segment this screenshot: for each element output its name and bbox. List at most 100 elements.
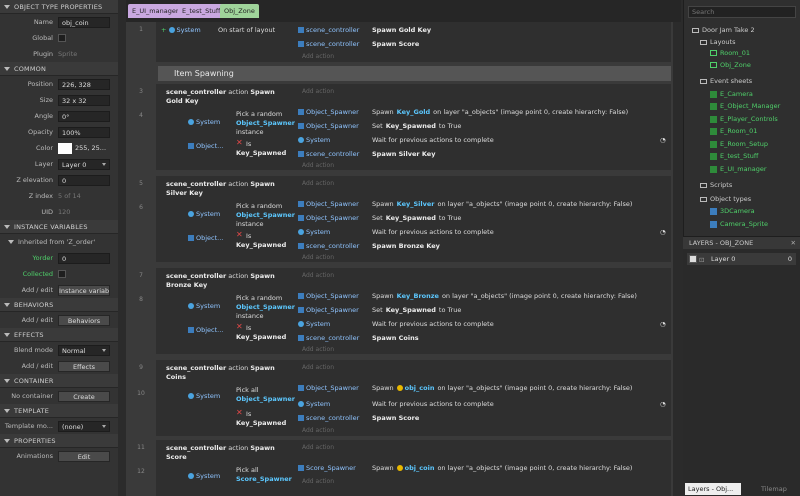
- action[interactable]: Object_Spawner: [298, 292, 359, 300]
- add-action-link[interactable]: Add action: [302, 180, 334, 187]
- tree-object-item[interactable]: Camera_Sprite: [684, 220, 800, 228]
- collapse-icon[interactable]: [4, 332, 10, 337]
- tilemap-tab[interactable]: Tilemap: [761, 483, 787, 495]
- action[interactable]: scene_controller: [298, 26, 359, 34]
- system-condition[interactable]: System: [188, 472, 220, 480]
- animations-edit-button[interactable]: Edit: [58, 450, 110, 462]
- event-sheet[interactable]: 1 + System On start of layout scene_cont…: [126, 22, 673, 496]
- action[interactable]: System: [298, 228, 330, 236]
- tree-sheet-item[interactable]: E_Room_01: [684, 127, 800, 135]
- layers-bottom-tab[interactable]: Layers - Obj...: [685, 483, 741, 495]
- event-condition-header[interactable]: scene_controller action Spawn Bronze Key: [166, 272, 286, 290]
- object-condition[interactable]: Object...: [188, 326, 223, 334]
- collapse-icon[interactable]: [4, 378, 10, 383]
- object-condition[interactable]: Object...: [188, 142, 223, 150]
- action[interactable]: scene_controller: [298, 334, 359, 342]
- event-condition-header[interactable]: scene_controller action Spawn Score: [166, 444, 286, 462]
- tree-layout-item[interactable]: Obj_Zone: [684, 61, 800, 69]
- lock-icon[interactable]: ⊡: [699, 254, 704, 266]
- instance-variables-button[interactable]: Instance variables: [58, 284, 110, 296]
- layer-select[interactable]: Layer 0: [58, 158, 110, 170]
- system-condition[interactable]: System: [188, 210, 220, 218]
- z-elevation-field[interactable]: 0: [58, 174, 110, 186]
- tree-object-item[interactable]: 3DCamera: [684, 207, 800, 215]
- tree-sheet-item[interactable]: E_Camera: [684, 90, 800, 98]
- add-action-link[interactable]: Add action: [302, 478, 334, 485]
- tree-sheet-item[interactable]: E_Object_Manager: [684, 102, 800, 110]
- name-field[interactable]: obj_coin: [58, 16, 110, 28]
- angle-field[interactable]: 0°: [58, 110, 110, 122]
- blend-mode-select[interactable]: Normal: [58, 344, 110, 356]
- behaviors-button[interactable]: Behaviors: [58, 314, 110, 326]
- layer-row[interactable]: ⊡ Layer 0 0: [687, 253, 796, 265]
- system-condition[interactable]: System: [188, 302, 220, 310]
- action[interactable]: scene_controller: [298, 40, 359, 48]
- condition[interactable]: + System: [161, 26, 201, 34]
- tree-sheet-item[interactable]: E_UI_manager: [684, 165, 800, 173]
- action[interactable]: Object_Spawner: [298, 122, 359, 130]
- position-field[interactable]: 226, 328: [58, 78, 110, 90]
- add-action-link[interactable]: Add action: [302, 162, 334, 169]
- event-condition-header[interactable]: scene_controller action Spawn Gold Key: [166, 88, 286, 106]
- search-input[interactable]: Search: [688, 6, 796, 18]
- collapse-icon[interactable]: [4, 66, 10, 71]
- template-mode-select[interactable]: (none): [58, 420, 110, 432]
- tree-sheet-item[interactable]: E_Player_Controls: [684, 115, 800, 123]
- create-container-button[interactable]: Create: [58, 390, 110, 402]
- add-action-link[interactable]: Add action: [302, 53, 334, 60]
- tab-obj-zone[interactable]: Obj_Zone: [220, 4, 259, 18]
- section-effects[interactable]: EFFECTS: [0, 328, 123, 342]
- tab-e-ui-manager[interactable]: E_UI_manager: [128, 4, 183, 18]
- tab-e-test-stuff[interactable]: E_test_Stuff: [178, 4, 225, 18]
- add-action-link[interactable]: Add action: [302, 444, 334, 451]
- event-condition-header[interactable]: scene_controller action Spawn Coins: [166, 364, 286, 382]
- add-action-link[interactable]: Add action: [302, 427, 334, 434]
- collapse-icon[interactable]: [4, 4, 10, 9]
- tree-layout-item[interactable]: Room_01: [684, 49, 800, 57]
- action[interactable]: Object_Spawner: [298, 108, 359, 116]
- collapse-icon[interactable]: [8, 240, 14, 244]
- layer-visible-checkbox[interactable]: [689, 255, 697, 263]
- system-condition[interactable]: System: [188, 118, 220, 126]
- section-behaviors[interactable]: BEHAVIORS: [0, 298, 123, 312]
- action[interactable]: System: [298, 320, 330, 328]
- opacity-field[interactable]: 100%: [58, 126, 110, 138]
- global-checkbox[interactable]: [58, 34, 66, 42]
- action[interactable]: Object_Spawner: [298, 384, 359, 392]
- tree-object-types[interactable]: Object types: [684, 195, 800, 203]
- add-action-link[interactable]: Add action: [302, 254, 334, 261]
- section-object-type-properties[interactable]: OBJECT TYPE PROPERTIES: [0, 0, 123, 14]
- tree-sheet-item[interactable]: E_Room_Setup: [684, 140, 800, 148]
- size-field[interactable]: 32 x 32: [58, 94, 110, 106]
- tree-event-sheets[interactable]: Event sheets: [684, 77, 800, 85]
- add-action-link[interactable]: Add action: [302, 346, 334, 353]
- collapse-icon[interactable]: [4, 408, 10, 413]
- left-scrollbar[interactable]: [118, 0, 124, 496]
- group-header[interactable]: Item Spawning: [158, 66, 671, 81]
- action[interactable]: scene_controller: [298, 150, 359, 158]
- color-swatch[interactable]: [58, 142, 72, 154]
- action[interactable]: Object_Spawner: [298, 306, 359, 314]
- tree-scripts[interactable]: Scripts: [684, 181, 800, 189]
- yorder-field[interactable]: 0: [58, 252, 110, 264]
- collapse-icon[interactable]: [4, 302, 10, 307]
- collapse-icon[interactable]: [4, 438, 10, 443]
- action[interactable]: System: [298, 400, 330, 408]
- section-properties[interactable]: PROPERTIES: [0, 434, 123, 448]
- add-action-link[interactable]: Add action: [302, 364, 334, 371]
- action[interactable]: Object_Spawner: [298, 200, 359, 208]
- action[interactable]: scene_controller: [298, 242, 359, 250]
- section-instance-variables[interactable]: INSTANCE VARIABLES: [0, 220, 123, 234]
- action[interactable]: scene_controller: [298, 414, 359, 422]
- collapse-icon[interactable]: [4, 224, 10, 229]
- section-common[interactable]: COMMON: [0, 62, 123, 76]
- add-action-link[interactable]: Add action: [302, 88, 334, 95]
- section-template[interactable]: TEMPLATE: [0, 404, 123, 418]
- event-condition-header[interactable]: scene_controller action Spawn Silver Key: [166, 180, 286, 198]
- add-action-link[interactable]: Add action: [302, 272, 334, 279]
- action[interactable]: Object_Spawner: [298, 214, 359, 222]
- collected-checkbox[interactable]: [58, 270, 66, 278]
- section-container[interactable]: CONTAINER: [0, 374, 123, 388]
- action[interactable]: System: [298, 136, 330, 144]
- tree-sheet-item[interactable]: E_test_Stuff: [684, 152, 800, 160]
